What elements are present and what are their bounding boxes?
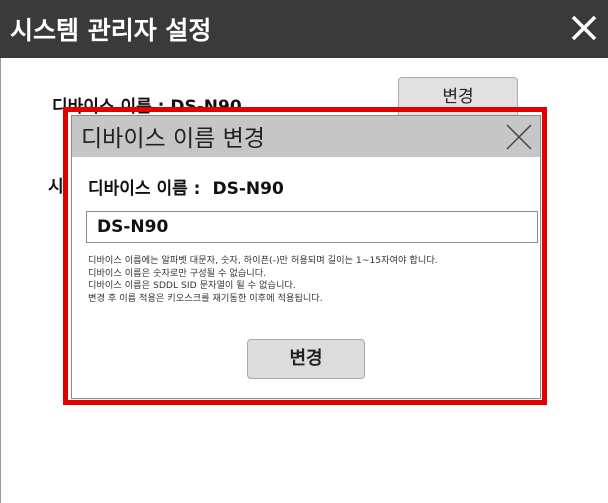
close-icon[interactable] (568, 12, 600, 44)
hint-text: 디바이스 이름에는 알파벳 대문자, 숫자, 하이픈(-)만 허용되며 길이는 … (88, 255, 534, 305)
change-button[interactable]: 변경 (247, 339, 365, 379)
dialog-title: 디바이스 이름 변경 (81, 126, 265, 152)
dialog-close-icon[interactable] (504, 122, 534, 152)
hint-line: 디바이스 이름은 SDDL SID 문자열이 될 수 없습니다. (88, 280, 296, 291)
titlebar: 시스템 관리자 설정 (0, 0, 608, 58)
background-second-label: 시 (48, 177, 64, 197)
hint-line: 디바이스 이름은 숫자로만 구성될 수 없습니다. (88, 267, 267, 279)
hint-line: 변경 후 이름 적용은 키오스크를 재기동한 이후에 적용됩니다. (88, 292, 323, 304)
device-name-input[interactable] (86, 211, 538, 243)
window-title: 시스템 관리자 설정 (10, 16, 212, 45)
device-name-line: 디바이스 이름 : DS-N90 (88, 174, 284, 199)
hint-line: 디바이스 이름에는 알파벳 대문자, 숫자, 하이픈(-)만 허용되며 길이는 … (88, 255, 438, 266)
rename-dialog: 디바이스 이름 변경 디바이스 이름 : DS-N90 디바이스 이름에는 알파벳… (71, 115, 541, 399)
dialog-header: 디바이스 이름 변경 (72, 116, 540, 157)
device-name-value: DS-N90 (212, 179, 284, 199)
device-name-label: 디바이스 이름 : (88, 179, 201, 199)
